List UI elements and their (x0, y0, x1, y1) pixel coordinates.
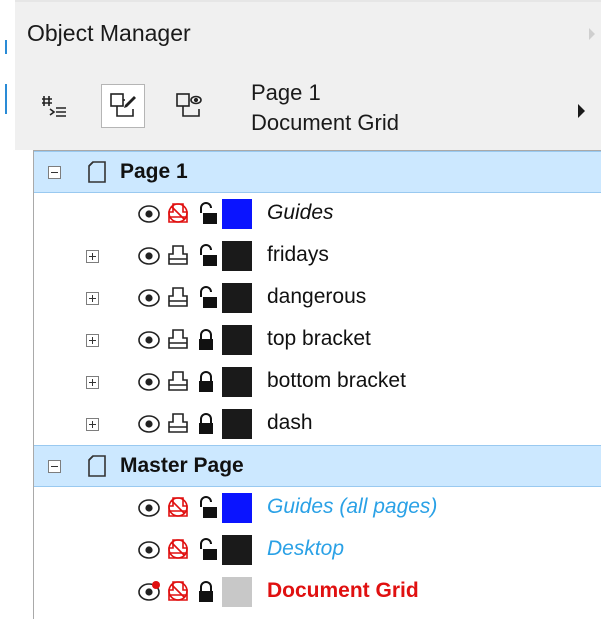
layer-row[interactable]: Document Grid (34, 571, 601, 613)
page-row[interactable]: Page 1 (34, 151, 601, 193)
layer-row[interactable]: bottom bracket (34, 361, 601, 403)
expand-toggle[interactable] (86, 418, 99, 431)
layer-name[interactable]: dash (267, 411, 313, 435)
locked-icon (194, 328, 218, 357)
locked-icon (194, 412, 218, 441)
layer-color-swatch[interactable] (222, 325, 252, 355)
layer-color-swatch[interactable] (222, 199, 252, 229)
expand-toggle[interactable] (86, 376, 99, 389)
collapse-toggle[interactable] (48, 460, 61, 473)
layer-row[interactable]: Guides (34, 193, 601, 235)
object-tree: Page 1 Guides fridays dangerous top bracket b… (33, 150, 601, 619)
layer-name[interactable]: fridays (267, 243, 329, 267)
layer-manager-view-button[interactable] (167, 84, 211, 128)
visibility-eye-icon (136, 369, 162, 400)
layer-color-swatch[interactable] (222, 577, 252, 607)
layer-color-swatch[interactable] (222, 283, 252, 313)
panel-title-bar: Object Manager (15, 0, 601, 62)
layer-color-swatch[interactable] (222, 409, 252, 439)
show-properties-icon (42, 96, 66, 117)
layer-row[interactable]: dangerous (34, 277, 601, 319)
layer-name[interactable]: bottom bracket (267, 369, 406, 393)
visibility-eye-icon (136, 243, 162, 274)
layer-name[interactable]: Document Grid (267, 579, 419, 603)
printable-icon (166, 284, 190, 315)
layer-name[interactable]: top bracket (267, 327, 371, 351)
printable-icon (166, 494, 190, 525)
object-manager-panel: Object Manager Page 1 Document Grid Page… (0, 0, 601, 619)
layer-name[interactable]: Guides (all pages) (267, 495, 437, 519)
scroll-right-icon[interactable] (589, 28, 595, 40)
layer-name[interactable]: Guides (267, 201, 334, 225)
unlocked-icon (194, 538, 218, 567)
visibility-eye-icon (136, 411, 162, 442)
layer-name[interactable]: Desktop (267, 537, 344, 561)
left-edge-accent (5, 40, 7, 54)
flyout-menu-icon[interactable] (578, 104, 585, 118)
layer-color-swatch[interactable] (222, 241, 252, 271)
printable-icon (166, 368, 190, 399)
object-manager-toolbar: Page 1 Document Grid (15, 60, 601, 150)
edit-across-layers-button[interactable] (101, 84, 145, 128)
panel-title: Object Manager (27, 20, 191, 46)
locked-icon (194, 370, 218, 399)
visibility-eye-icon (136, 495, 162, 526)
printable-icon (166, 536, 190, 567)
page-row[interactable]: Master Page (34, 445, 601, 487)
layer-row[interactable]: fridays (34, 235, 601, 277)
page-icon (86, 453, 108, 484)
layer-color-swatch[interactable] (222, 535, 252, 565)
show-properties-button[interactable] (33, 84, 77, 128)
visibility-eye-icon (136, 201, 162, 232)
printable-icon (166, 578, 190, 609)
expand-toggle[interactable] (86, 292, 99, 305)
printable-icon (166, 200, 190, 231)
unlocked-icon (194, 244, 218, 273)
visibility-eye-icon (136, 285, 162, 316)
visibility-eye-icon (136, 537, 162, 568)
current-page-name: Page 1 (251, 80, 321, 105)
layer-color-swatch[interactable] (222, 367, 252, 397)
visibility-eye-icon (136, 579, 162, 610)
unlocked-icon (194, 496, 218, 525)
expand-toggle[interactable] (86, 334, 99, 347)
page-icon (86, 159, 108, 190)
visibility-eye-icon (136, 327, 162, 358)
left-edge-accent (5, 84, 7, 114)
layer-row[interactable]: Guides (all pages) (34, 487, 601, 529)
locked-icon (194, 580, 218, 609)
printable-icon (166, 242, 190, 273)
layer-manager-view-icon (176, 93, 202, 117)
page-label: Master Page (120, 454, 244, 477)
layer-row[interactable]: dash (34, 403, 601, 445)
layer-name[interactable]: dangerous (267, 285, 366, 309)
current-page-info: Page 1 Document Grid (251, 78, 399, 138)
expand-toggle[interactable] (86, 250, 99, 263)
layer-color-swatch[interactable] (222, 493, 252, 523)
printable-icon (166, 326, 190, 357)
current-layer-name: Document Grid (251, 110, 399, 135)
edit-across-layers-icon (110, 93, 136, 117)
page-label: Page 1 (120, 160, 188, 183)
unlocked-icon (194, 286, 218, 315)
collapse-toggle[interactable] (48, 166, 61, 179)
layer-row[interactable]: Desktop (34, 529, 601, 571)
unlocked-icon (194, 202, 218, 231)
printable-icon (166, 410, 190, 441)
layer-row[interactable]: top bracket (34, 319, 601, 361)
